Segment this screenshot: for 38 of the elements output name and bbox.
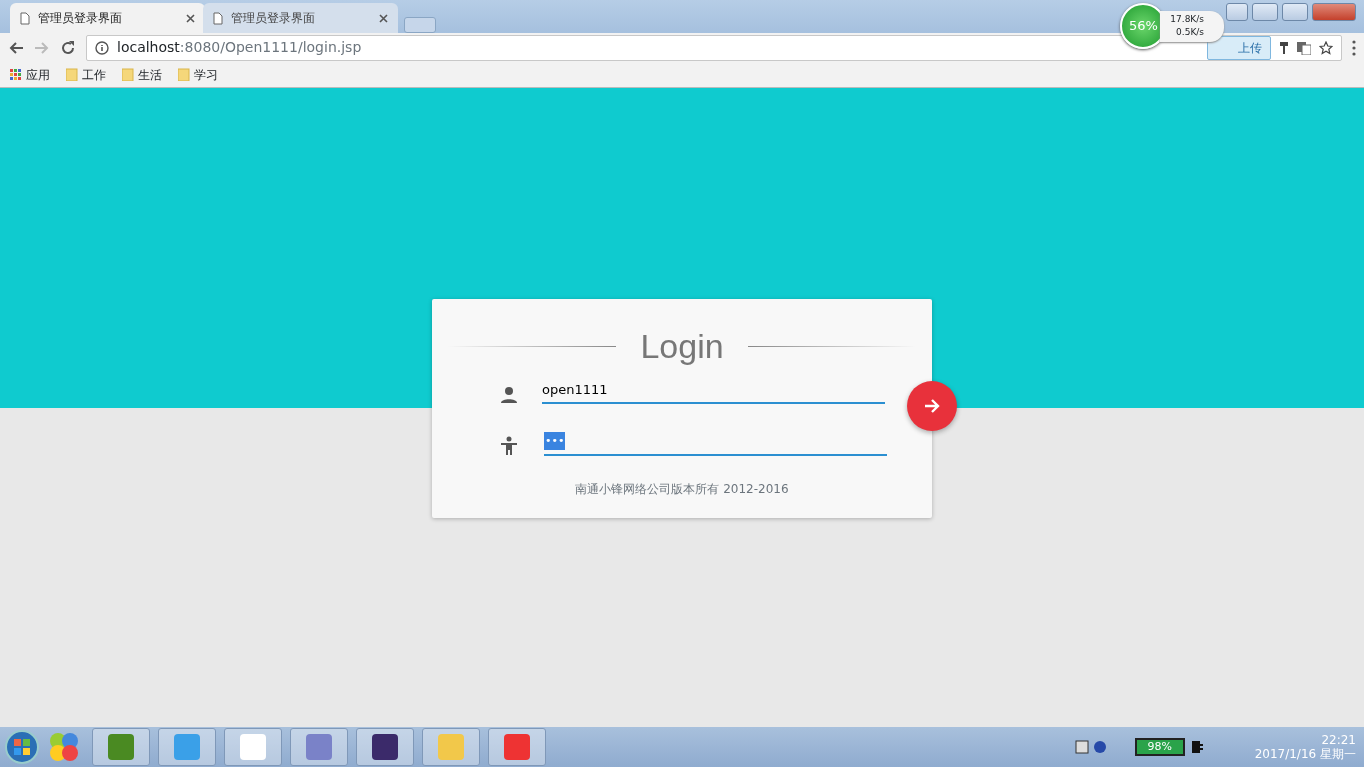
close-icon[interactable] [379,13,388,23]
user-button[interactable] [1226,3,1248,21]
reload-icon[interactable] [60,39,76,56]
bookmark-label[interactable]: 应用 [26,65,50,84]
star-icon[interactable] [1319,40,1333,55]
bookmark-label[interactable]: 工作 [82,65,106,84]
login-title: Login [640,326,724,367]
username-field[interactable]: open1111 [542,376,885,404]
url-text: localhost:8080/Open1111/login.jsp [117,38,362,57]
maximize-button[interactable] [1282,3,1308,21]
copyright-text: 南通小锋网络公司版本所有 2012-2016 [574,481,790,498]
arrow-icon [923,397,941,415]
apps-grid-icon [10,68,22,81]
minimize-button[interactable] [1252,3,1278,21]
more-icon[interactable] [1352,39,1356,56]
clock-date: 2017/1/16 星期一 [1254,747,1356,762]
page-icon [213,11,223,25]
page-icon [20,11,30,25]
info-icon [95,40,109,55]
upload-button[interactable]: 上传 [1207,35,1271,60]
browser-tab[interactable]: 管理员登录界面 [203,3,398,33]
screen-icon[interactable] [1074,740,1089,754]
bookmark-label[interactable]: 生活 [138,65,162,84]
tab-title: 管理员登录界面 [38,10,123,27]
submit-button[interactable] [907,381,957,431]
standing-figure-icon [500,436,518,456]
bookmark-label[interactable]: 学习 [194,65,218,84]
start-orb-icon[interactable] [4,729,40,765]
tab-title: 管理员登录界面 [231,10,316,27]
close-icon[interactable] [186,13,195,23]
close-button[interactable] [1312,3,1356,21]
clock-time: 22:21 [1320,732,1356,747]
back-icon[interactable] [8,39,24,56]
person-icon [500,386,518,404]
upload-speed: 17.8K/s [1170,12,1204,26]
battery-indicator: 98% [1134,738,1185,756]
password-field[interactable]: ••• [544,428,887,456]
browser-tab[interactable]: 管理员登录界面 [10,3,205,33]
